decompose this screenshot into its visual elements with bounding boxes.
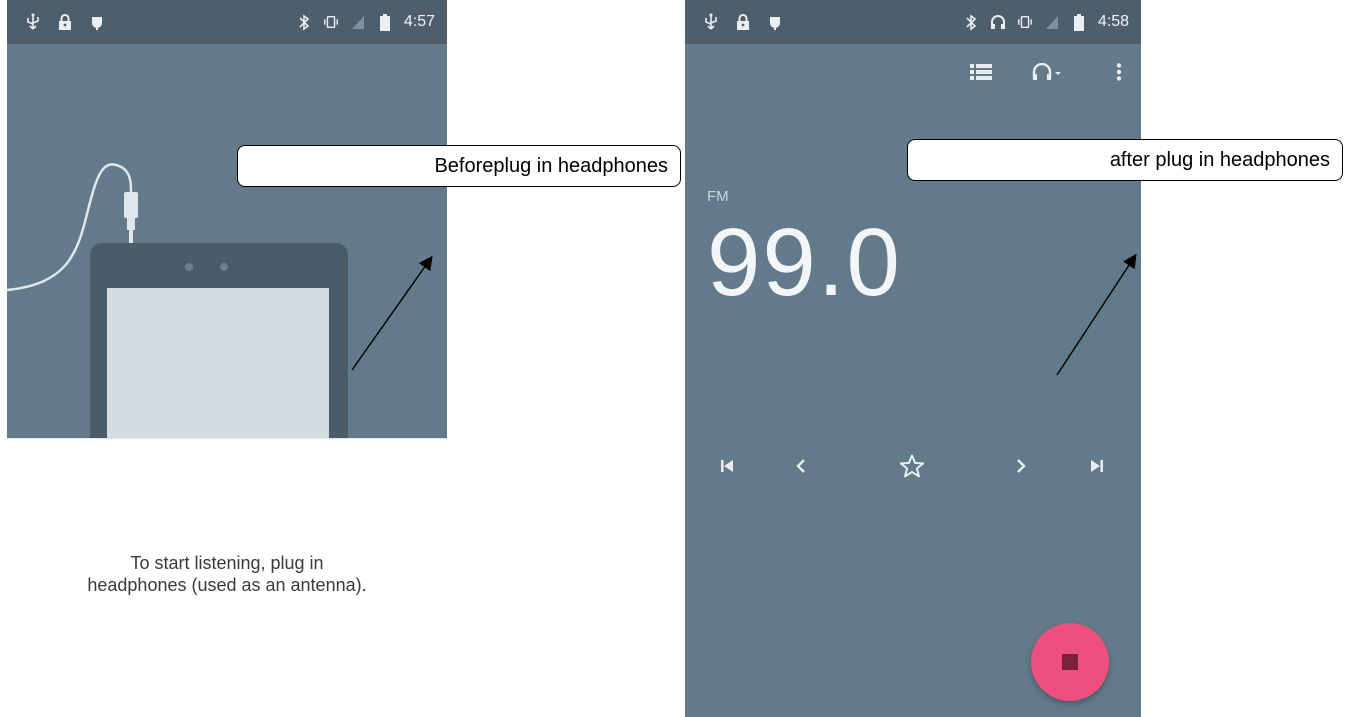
divider [7, 438, 447, 439]
tablet-screen [107, 288, 329, 438]
usb-icon [25, 13, 41, 31]
station-list-icon[interactable] [961, 52, 1001, 92]
status-bar: 4:57 [7, 0, 447, 44]
plug-in-message: To start listening, plug in headphones (… [7, 552, 447, 596]
status-time: 4:58 [1097, 13, 1129, 30]
battery-icon [377, 13, 393, 31]
skip-previous-icon[interactable] [707, 448, 747, 484]
plug-in-headphones-illustration [7, 44, 447, 438]
more-options-icon[interactable] [1099, 52, 1139, 92]
favorite-star-icon[interactable] [892, 448, 932, 484]
vibrate-icon [1017, 13, 1033, 31]
band-label: FM [707, 188, 729, 205]
camera-dot [220, 263, 228, 271]
bluetooth-icon [296, 13, 312, 31]
stop-icon [1062, 654, 1078, 670]
tablet-device [90, 243, 348, 438]
headphones-icon [990, 13, 1006, 31]
lock-icon [57, 13, 73, 31]
seek-back-icon[interactable] [781, 448, 821, 484]
app-toolbar [685, 44, 1141, 100]
battery-icon [1071, 13, 1087, 31]
status-time: 4:57 [403, 13, 435, 30]
message-line-2: headphones (used as an antenna). [87, 575, 367, 595]
no-signal-icon [1044, 13, 1060, 31]
stop-button[interactable] [1031, 623, 1109, 701]
fm-radio-screen-after: 4:58 FM 99.0 [685, 0, 1141, 717]
callout-after: after plug in headphones [907, 139, 1343, 181]
playback-controls [685, 448, 1141, 484]
headphones-output-icon[interactable] [1023, 52, 1071, 92]
vibrate-icon [323, 13, 339, 31]
skip-next-icon[interactable] [1077, 448, 1117, 484]
callout-before: Beforeplug in headphones [237, 145, 681, 187]
debug-icon [89, 13, 105, 31]
no-signal-icon [350, 13, 366, 31]
frequency-display: 99.0 [707, 209, 902, 316]
status-bar: 4:58 [685, 0, 1141, 44]
lock-icon [735, 13, 751, 31]
seek-forward-icon[interactable] [1001, 448, 1041, 484]
message-line-1: To start listening, plug in [130, 553, 324, 573]
fm-radio-screen-before: 4:57 To start listening, plug in headpho… [7, 0, 447, 717]
bluetooth-icon [963, 13, 979, 31]
sensor-dot [185, 263, 193, 271]
usb-icon [703, 13, 719, 31]
debug-icon [767, 13, 783, 31]
